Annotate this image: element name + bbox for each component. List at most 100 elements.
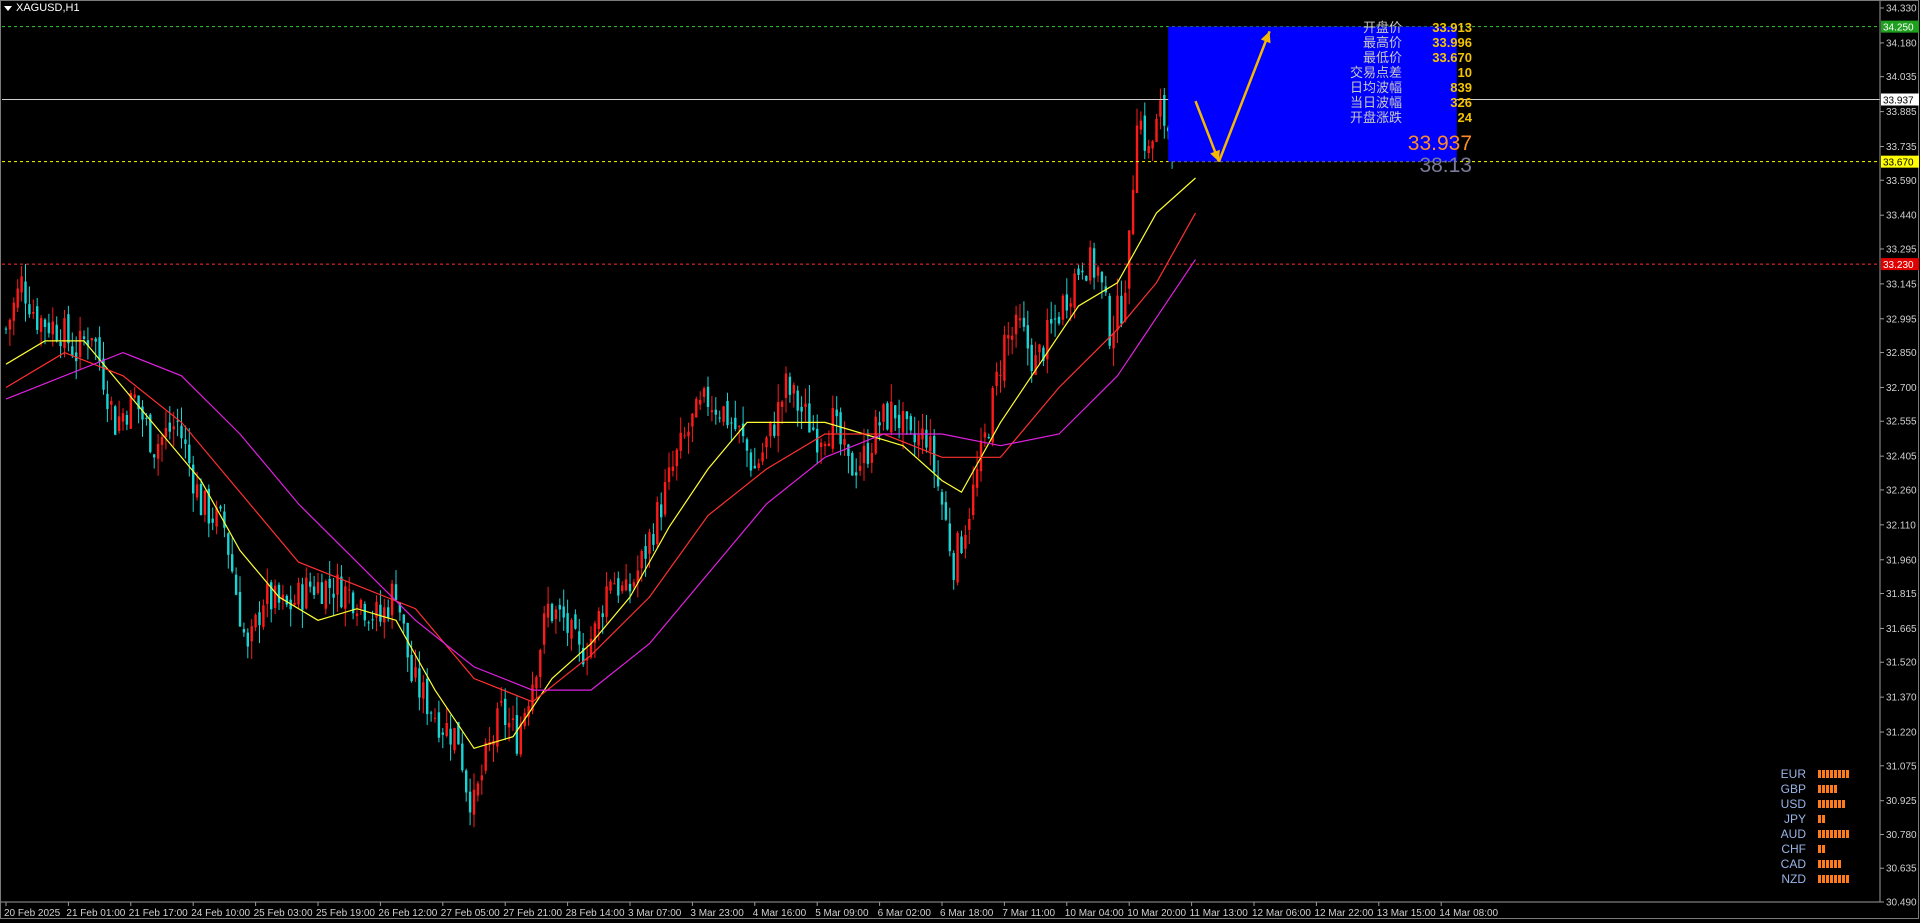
- x-tick-label: 6 Mar 02:00: [878, 908, 932, 919]
- candle-body: [472, 789, 476, 815]
- candle-body: [1139, 120, 1143, 130]
- y-tick-label: 32.260: [1886, 485, 1917, 496]
- candle-body: [644, 546, 647, 559]
- x-tick-label: 14 Mar 08:00: [1439, 908, 1498, 919]
- strength-bar: [1842, 874, 1845, 883]
- candle-body: [43, 319, 47, 328]
- x-tick-label: 4 Mar 16:00: [753, 908, 807, 919]
- candle-body: [476, 783, 480, 796]
- candle-body: [441, 732, 444, 735]
- candle-body: [519, 723, 522, 755]
- candle-body: [480, 775, 483, 781]
- candle-body: [188, 444, 191, 464]
- currency-label: CHF: [1781, 841, 1806, 856]
- info-label: 开盘涨跌: [1349, 110, 1402, 125]
- info-row: 当日波幅 326: [1262, 95, 1472, 110]
- collapse-triangle-icon[interactable]: [4, 5, 12, 11]
- candle-body: [1069, 303, 1072, 307]
- candle-body: [675, 449, 678, 467]
- candle-body: [4, 328, 8, 330]
- candle-body: [1085, 275, 1088, 281]
- strength-bars: [1818, 874, 1849, 883]
- candle-body: [266, 583, 269, 604]
- info-label: 当日波幅: [1349, 95, 1402, 110]
- y-tick-label: 31.220: [1886, 728, 1917, 739]
- candle-body: [250, 626, 253, 642]
- x-tick-label: 25 Feb 19:00: [316, 908, 375, 919]
- candle-body: [394, 584, 398, 601]
- candle-body: [24, 281, 27, 304]
- strength-bar: [1842, 799, 1845, 808]
- candle-body: [683, 435, 686, 437]
- strength-row: NZD: [1770, 871, 1860, 886]
- x-tick-label: 12 Mar 06:00: [1252, 908, 1311, 919]
- y-tick-label: 34.180: [1886, 38, 1917, 49]
- x-tick-label: 7 Mar 11:00: [1002, 908, 1055, 919]
- candle-body: [145, 417, 148, 419]
- candle-body: [1131, 189, 1135, 235]
- strength-bar: [1822, 799, 1825, 808]
- x-tick-label: 24 Feb 10:00: [191, 908, 250, 919]
- candle-body: [110, 400, 113, 405]
- info-value: 33.670: [1432, 50, 1472, 65]
- candle-body: [231, 554, 234, 572]
- candle-body: [999, 374, 1002, 376]
- strength-bar: [1822, 814, 1825, 823]
- candle-body: [808, 403, 811, 433]
- candle-body: [402, 614, 405, 624]
- candle-body: [262, 605, 265, 627]
- candle-body: [831, 408, 834, 449]
- candle-body: [437, 712, 441, 738]
- x-tick-label: 25 Feb 03:00: [254, 908, 313, 919]
- candle-body: [866, 442, 870, 464]
- strength-bar: [1846, 829, 1849, 838]
- candle-body: [702, 388, 706, 397]
- candle-body: [1100, 271, 1104, 283]
- price-chart[interactable]: 34.330 34.180 34.035 33.885 33.735 33.590 33.4…: [0, 0, 1920, 919]
- x-tick-label: 26 Feb 12:00: [378, 908, 437, 919]
- candle-body: [546, 603, 550, 618]
- candle-body: [905, 411, 909, 420]
- currency-strength-panel: EUR GBP USD JPY AUD CHF CAD NZD: [1770, 766, 1860, 886]
- candle-body: [234, 574, 238, 595]
- y-tick-label: 31.815: [1886, 589, 1917, 600]
- candle-body: [468, 791, 472, 813]
- candle-body: [1014, 314, 1018, 335]
- candle-body: [734, 417, 737, 430]
- x-tick-label: 3 Mar 07:00: [628, 908, 682, 919]
- candle-body: [1081, 270, 1084, 273]
- info-label: 交易点差: [1349, 65, 1402, 80]
- candle-body: [20, 276, 23, 293]
- candle-body: [952, 553, 955, 580]
- candle-body: [184, 439, 187, 444]
- candle-body: [621, 585, 624, 592]
- strength-bar: [1818, 874, 1821, 883]
- strength-row: CHF: [1770, 841, 1860, 856]
- strength-bar: [1846, 769, 1849, 778]
- candle-body: [1057, 316, 1061, 324]
- currency-label: AUD: [1780, 826, 1806, 841]
- candle-body: [305, 577, 308, 609]
- info-row: 开盘涨跌 24: [1262, 110, 1472, 125]
- candle-body: [652, 534, 655, 545]
- strength-bar: [1826, 769, 1829, 778]
- lower_line-price-tag-text: 33.230: [1883, 260, 1914, 271]
- currency-label: EUR: [1780, 766, 1806, 781]
- candle-body: [788, 376, 792, 395]
- candle-body: [539, 649, 542, 677]
- strength-bar: [1834, 874, 1837, 883]
- candle-body: [796, 390, 799, 411]
- chart-area[interactable]: 34.330 34.180 34.035 33.885 33.735 33.590 33.4…: [0, 0, 1920, 919]
- candle-body: [203, 490, 207, 515]
- candle-body: [301, 584, 304, 610]
- strength-row: CAD: [1770, 856, 1860, 871]
- y-tick-label: 33.590: [1886, 176, 1917, 187]
- candle-body: [769, 421, 772, 437]
- candle-body: [780, 401, 784, 407]
- currency-label: NZD: [1781, 871, 1806, 886]
- candle-body: [975, 469, 979, 488]
- currency-label: GBP: [1780, 781, 1806, 796]
- x-tick-label: 13 Mar 15:00: [1377, 908, 1436, 919]
- y-tick-label: 31.520: [1886, 658, 1917, 669]
- candle-body: [172, 426, 175, 430]
